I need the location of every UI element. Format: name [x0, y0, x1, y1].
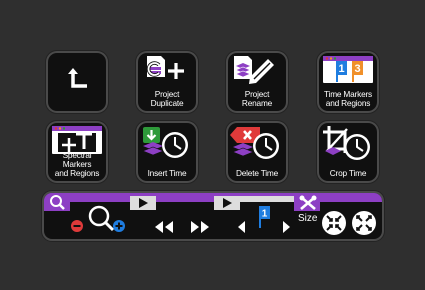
- time-markers-button[interactable]: 1 3 Time Markers and Regions: [319, 53, 377, 111]
- tile-label: Project Rename: [241, 89, 273, 108]
- marker-flag-icon[interactable]: 1: [256, 204, 274, 230]
- play-icon[interactable]: [218, 197, 236, 209]
- next-marker-icon[interactable]: [280, 220, 292, 234]
- tile-label: Time Markers and Regions: [324, 89, 372, 108]
- search-icon[interactable]: [48, 194, 66, 210]
- crop-time-button[interactable]: Crop Time: [319, 123, 377, 181]
- back-button[interactable]: [48, 53, 106, 111]
- insert-time-button[interactable]: Insert Time: [138, 123, 196, 181]
- project-rename-button[interactable]: Project Rename: [228, 53, 286, 111]
- transport-toolbar: 1 Size: [44, 193, 382, 239]
- tools-icon[interactable]: [298, 195, 318, 211]
- tile-label: Delete Time: [235, 168, 279, 178]
- return-arrow-icon: [68, 68, 87, 88]
- marker-number: 1: [262, 209, 268, 220]
- tile-label: Insert Time: [147, 168, 187, 178]
- zoom-fit-icon[interactable]: [321, 210, 347, 236]
- rewind-icon[interactable]: [152, 220, 176, 234]
- previous-marker-icon[interactable]: [236, 220, 248, 234]
- project-duplicate-button[interactable]: Project Duplicate: [138, 53, 196, 111]
- zoom-out-icon[interactable]: [70, 219, 84, 233]
- size-label: Size: [298, 213, 318, 224]
- spectral-markers-button[interactable]: Spectral Markers and Regions: [48, 123, 106, 181]
- play-icon[interactable]: [134, 197, 152, 209]
- zoom-expand-icon[interactable]: [351, 210, 377, 236]
- zoom-in-icon[interactable]: [112, 219, 126, 233]
- tile-label: Crop Time: [329, 168, 367, 178]
- tile-label: Project Duplicate: [150, 89, 184, 108]
- delete-time-button[interactable]: Delete Time: [228, 123, 286, 181]
- tile-label: Spectral Markers and Regions: [54, 150, 100, 178]
- marker-number-3: 3: [354, 63, 360, 75]
- marker-number-1: 1: [338, 63, 344, 75]
- fast-forward-icon[interactable]: [188, 220, 212, 234]
